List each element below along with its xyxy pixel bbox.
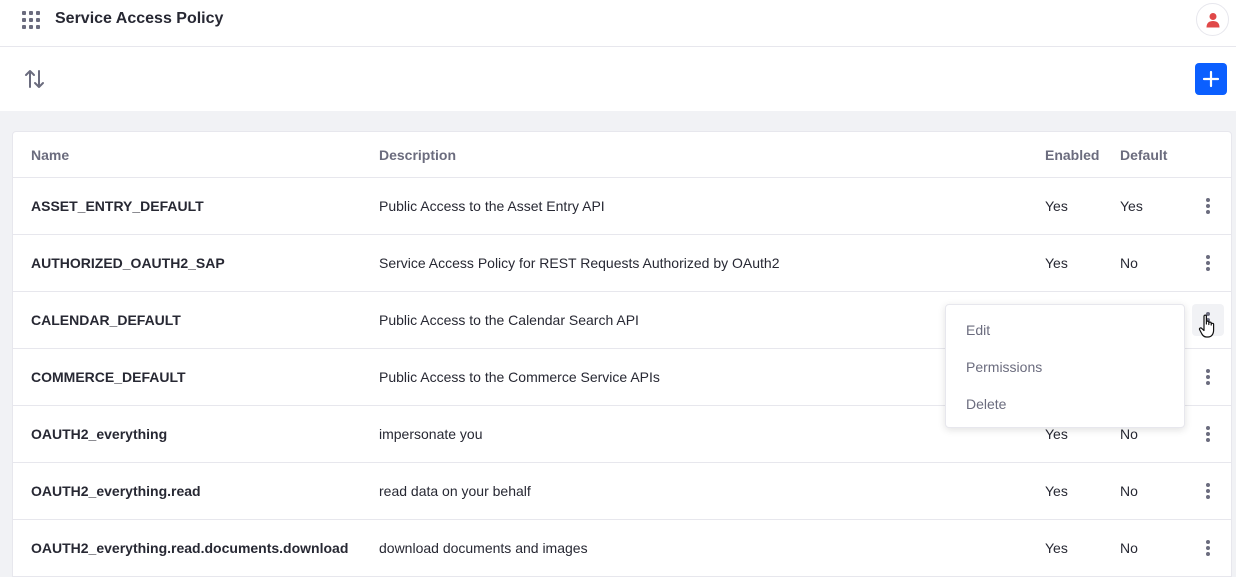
user-avatar-button[interactable] — [1196, 3, 1229, 36]
column-header-enabled[interactable]: Enabled — [1045, 132, 1099, 177]
row-name[interactable]: OAUTH2_everything — [31, 406, 167, 462]
top-navigation-bar: Service Access Policy — [0, 0, 1236, 47]
row-name[interactable]: AUTHORIZED_OAUTH2_SAP — [31, 235, 225, 291]
column-header-description[interactable]: Description — [379, 132, 456, 177]
apps-grid-icon[interactable] — [22, 11, 40, 29]
row-default: No — [1120, 483, 1138, 499]
row-default: No — [1120, 540, 1138, 556]
row-description: Public Access to the Commerce Service AP… — [379, 369, 660, 385]
row-actions-button[interactable] — [1192, 532, 1224, 564]
row-default: Yes — [1120, 198, 1143, 214]
sort-button[interactable] — [22, 67, 48, 91]
row-description: download documents and images — [379, 540, 588, 556]
user-icon — [1206, 13, 1220, 28]
kebab-icon — [1206, 369, 1210, 385]
row-actions-button[interactable] — [1192, 361, 1224, 393]
table-row[interactable]: ASSET_ENTRY_DEFAULT Public Access to the… — [13, 178, 1231, 235]
row-enabled: Yes — [1045, 198, 1068, 214]
row-actions-button[interactable] — [1192, 190, 1224, 222]
row-description: read data on your behalf — [379, 483, 531, 499]
kebab-icon — [1206, 483, 1210, 499]
kebab-icon — [1206, 255, 1210, 271]
table-header-row: Name Description Enabled Default — [13, 132, 1231, 178]
row-default: No — [1120, 255, 1138, 271]
page-title: Service Access Policy — [55, 10, 224, 27]
menu-item-edit[interactable]: Edit — [946, 312, 1184, 349]
row-description: impersonate you — [379, 426, 483, 442]
column-header-name[interactable]: Name — [31, 132, 69, 177]
row-name[interactable]: OAUTH2_everything.read — [31, 463, 201, 519]
row-name[interactable]: ASSET_ENTRY_DEFAULT — [31, 178, 204, 234]
row-description: Public Access to the Asset Entry API — [379, 198, 605, 214]
menu-item-permissions[interactable]: Permissions — [946, 349, 1184, 386]
sort-arrows-icon — [25, 70, 44, 88]
row-actions-dropdown-menu: Edit Permissions Delete — [945, 304, 1185, 428]
row-enabled: Yes — [1045, 483, 1068, 499]
table-row[interactable]: AUTHORIZED_OAUTH2_SAP Service Access Pol… — [13, 235, 1231, 292]
add-button[interactable] — [1195, 63, 1227, 95]
kebab-icon — [1206, 426, 1210, 442]
row-description: Public Access to the Calendar Search API — [379, 312, 639, 328]
row-description: Service Access Policy for REST Requests … — [379, 255, 780, 271]
row-enabled: Yes — [1045, 540, 1068, 556]
kebab-icon — [1206, 540, 1210, 556]
row-name[interactable]: COMMERCE_DEFAULT — [31, 349, 186, 405]
row-actions-button[interactable] — [1192, 475, 1224, 507]
menu-item-delete[interactable]: Delete — [946, 386, 1184, 423]
row-actions-button[interactable] — [1192, 247, 1224, 279]
row-name[interactable]: OAUTH2_everything.read.documents.downloa… — [31, 520, 348, 576]
row-actions-button[interactable] — [1192, 418, 1224, 450]
row-enabled: Yes — [1045, 255, 1068, 271]
table-row[interactable]: OAUTH2_everything.read read data on your… — [13, 463, 1231, 520]
plus-icon — [1202, 70, 1220, 88]
kebab-icon — [1206, 198, 1210, 214]
hand-cursor-icon — [1198, 314, 1215, 338]
row-name[interactable]: CALENDAR_DEFAULT — [31, 292, 181, 348]
column-header-default[interactable]: Default — [1120, 132, 1167, 177]
table-row[interactable]: OAUTH2_everything.read.documents.downloa… — [13, 520, 1231, 577]
management-toolbar — [0, 47, 1236, 111]
